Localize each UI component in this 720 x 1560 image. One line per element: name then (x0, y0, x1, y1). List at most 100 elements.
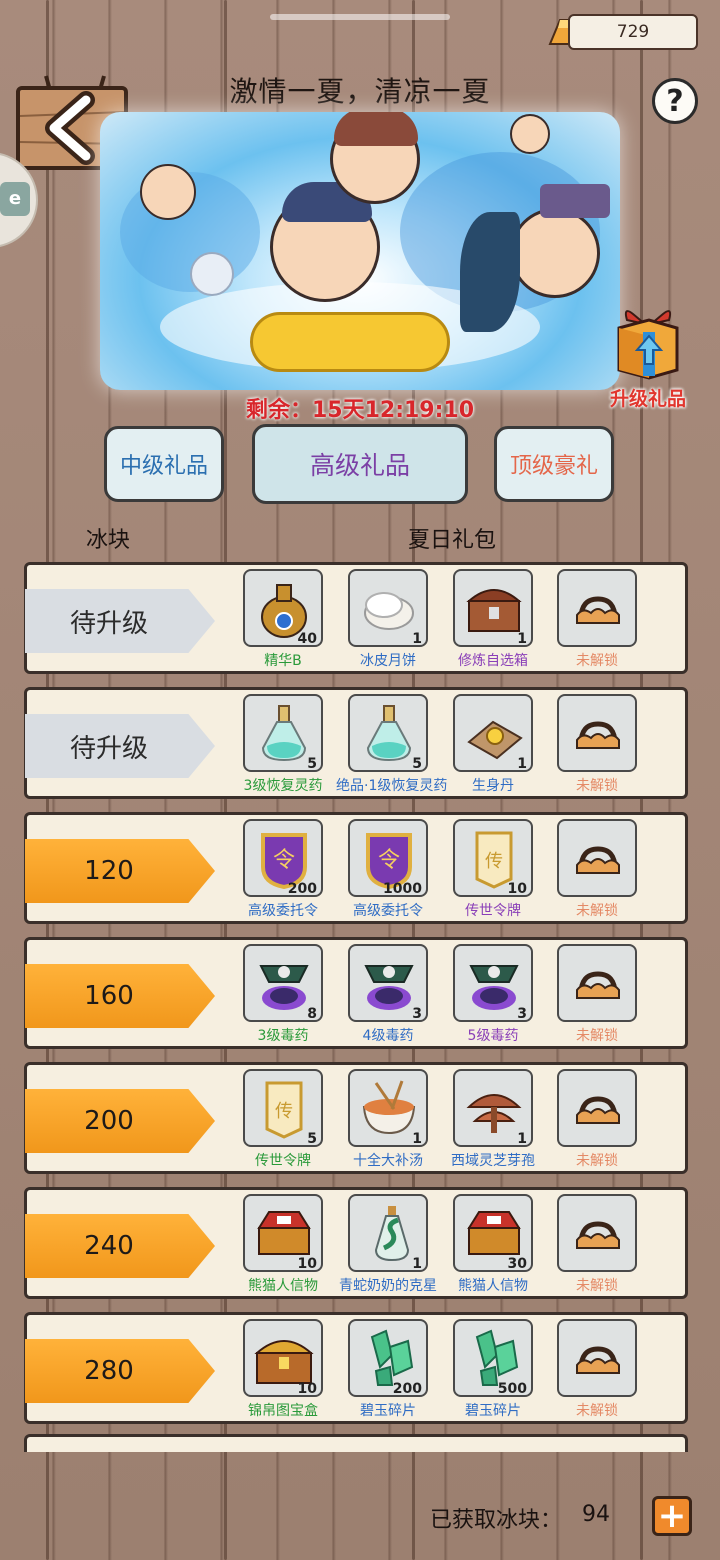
column-header-pack: 夏日礼包 (408, 528, 497, 553)
reward-item[interactable]: 40 精华B (231, 569, 335, 670)
reward-item-count: 10 (297, 1256, 317, 1272)
reward-item[interactable]: 5 3级恢复灵药 (231, 694, 335, 795)
reward-row-partial (24, 1434, 688, 1452)
reward-item-frame: 1 (453, 1069, 533, 1147)
reward-item[interactable]: 1 修炼自选箱 (441, 569, 545, 670)
gold-plaque-icon: 传 (265, 1081, 303, 1139)
svg-text:令: 令 (378, 848, 400, 873)
help-button[interactable]: ? (652, 78, 698, 124)
reward-item[interactable]: 8 3级毒药 (231, 944, 335, 1045)
reward-row: 280 10 锦帛图宝盒 200 碧玉碎片 500 碧玉碎片 未解锁 (24, 1312, 688, 1424)
reward-row: 200 传 5 传世令牌 1 十全大补汤 1 西域灵芝芽孢 未解锁 (24, 1062, 688, 1174)
pending-upgrade-tag: 待升级 (25, 589, 215, 653)
lock-icon (576, 1096, 620, 1124)
reward-item-frame: 传 10 (453, 819, 533, 897)
reward-item[interactable]: 3 5级毒药 (441, 944, 545, 1045)
locked-reward-slot[interactable]: 未解锁 (545, 1319, 649, 1420)
poison-icon (364, 965, 414, 1010)
reward-item-frame: 200 (348, 1319, 428, 1397)
reward-item-name: 传世令牌 (255, 1153, 311, 1169)
reward-item-count: 30 (507, 1256, 527, 1272)
tab-mid-gift[interactable]: 中级礼品 (104, 426, 224, 502)
reward-item[interactable]: 令 200 高级委托令 (231, 819, 335, 920)
mooncake-icon (364, 592, 414, 630)
locked-reward-slot[interactable]: 未解锁 (545, 569, 649, 670)
jade-shard-icon (475, 1329, 519, 1386)
locked-reward-slot[interactable]: 未解锁 (545, 944, 649, 1045)
reward-item[interactable]: 1 青蛇奶奶的克星 (336, 1194, 440, 1295)
ice-threshold-tag: 240 (25, 1214, 215, 1278)
reward-item-name: 碧玉碎片 (465, 1403, 521, 1419)
lock-icon (576, 596, 620, 624)
reward-item-count: 3 (412, 1006, 422, 1022)
reward-item[interactable]: 10 熊猫人信物 (231, 1194, 335, 1295)
purple-token-icon: 令 (261, 833, 307, 889)
mushroom-icon (466, 1094, 522, 1133)
svg-text:令: 令 (273, 848, 295, 873)
tab-high-gift-label: 高级礼品 (309, 451, 410, 480)
locked-reward-slot[interactable]: 未解锁 (545, 694, 649, 795)
reward-item-frame: 1 (348, 1194, 428, 1272)
reward-item[interactable]: 1 冰皮月饼 (336, 569, 440, 670)
ice-threshold-tag: 280 (25, 1339, 215, 1403)
reward-item[interactable]: 10 锦帛图宝盒 (231, 1319, 335, 1420)
reward-item-name: 未解锁 (576, 778, 618, 794)
locked-reward-slot[interactable]: 未解锁 (545, 1194, 649, 1295)
reward-item[interactable]: 200 碧玉碎片 (336, 1319, 440, 1420)
reward-item-name: 冰皮月饼 (360, 653, 416, 669)
locked-reward-slot[interactable]: 未解锁 (545, 819, 649, 920)
reward-item-frame: 5 (243, 694, 323, 772)
reward-row: 待升级 40 精华B 1 冰皮月饼 1 修炼自选箱 未解锁 (24, 562, 688, 674)
jade-shard-icon (370, 1329, 414, 1386)
page-title: 激情一夏，清凉一夏 (229, 75, 491, 108)
reward-item[interactable]: 令 1000 高级委托令 (336, 819, 440, 920)
reward-item[interactable]: 30 熊猫人信物 (441, 1194, 545, 1295)
tab-top-gift[interactable]: 顶级豪礼 (494, 426, 614, 502)
lock-icon (576, 721, 620, 749)
reward-item-frame: 5 (348, 694, 428, 772)
gold-plaque-icon: 传 (475, 831, 513, 889)
poison-icon (259, 965, 309, 1010)
reward-item[interactable]: 传 10 传世令牌 (441, 819, 545, 920)
lock-icon (576, 1221, 620, 1249)
currency-display: 729 (568, 14, 698, 50)
reward-item-name: 传世令牌 (465, 903, 521, 919)
upgrade-gift-label: 升级礼品 (609, 388, 686, 410)
locked-reward-slot[interactable]: 未解锁 (545, 1069, 649, 1170)
pill-icon (467, 720, 523, 760)
reward-item[interactable]: 传 5 传世令牌 (231, 1069, 335, 1170)
reward-item-count: 1000 (383, 881, 422, 897)
reward-item[interactable]: 3 4级毒药 (336, 944, 440, 1045)
reward-item-count: 1 (517, 756, 527, 772)
reward-item-name: 熊猫人信物 (458, 1278, 528, 1294)
pending-upgrade-tag: 待升级 (25, 714, 215, 778)
reward-item-name: 锦帛图宝盒 (248, 1403, 318, 1419)
reward-item-frame: 10 (243, 1194, 323, 1272)
reward-item-name: 5级毒药 (467, 1028, 519, 1044)
reward-item-name: 3级恢复灵药 (243, 778, 323, 794)
event-banner-image (100, 112, 620, 390)
reward-item-name: 十全大补汤 (353, 1153, 423, 1169)
reward-item-frame: 40 (243, 569, 323, 647)
gold-chest-icon (254, 1340, 314, 1384)
ice-obtained-label: 已获取冰块： (430, 1508, 563, 1533)
reward-item[interactable]: 500 碧玉碎片 (441, 1319, 545, 1420)
reward-item[interactable]: 1 十全大补汤 (336, 1069, 440, 1170)
top-handle (270, 14, 450, 20)
reward-item[interactable]: 1 西域灵芝芽孢 (441, 1069, 545, 1170)
reward-item-count: 1 (517, 631, 527, 647)
upgrade-gift-button[interactable]: 升级礼品 (608, 306, 688, 410)
red-chest-icon (257, 1211, 311, 1255)
reward-item-name: 未解锁 (576, 903, 618, 919)
reward-item-name: 高级委托令 (353, 903, 423, 919)
add-ice-button[interactable]: + (652, 1496, 692, 1536)
reward-item-name: 未解锁 (576, 1028, 618, 1044)
reward-item-frame: 1 (453, 694, 533, 772)
reward-item-name: 高级委托令 (248, 903, 318, 919)
reward-item[interactable]: 1 生身丹 (441, 694, 545, 795)
reward-item-count: 1 (517, 1131, 527, 1147)
reward-item-name: 未解锁 (576, 653, 618, 669)
reward-item[interactable]: 5 绝品·1级恢复灵药 (336, 694, 447, 795)
reward-item-frame: 3 (453, 944, 533, 1022)
tab-high-gift[interactable]: 高级礼品 (252, 424, 468, 504)
